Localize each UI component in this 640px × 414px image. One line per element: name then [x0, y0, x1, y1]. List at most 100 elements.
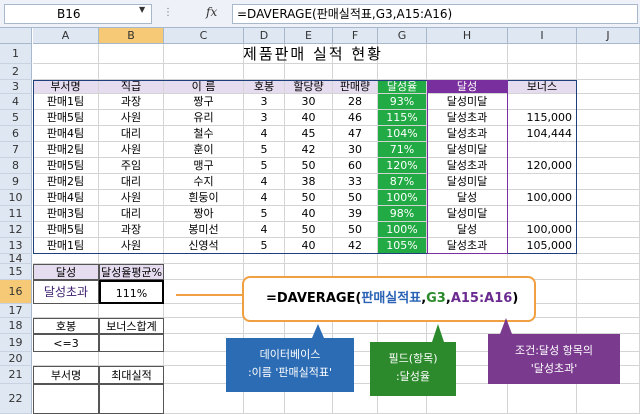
grid-cell[interactable] [577, 280, 640, 304]
result-label-max-sales[interactable]: 최대실적 [99, 366, 164, 384]
grid-cell[interactable] [99, 352, 164, 366]
column-header-a[interactable]: A [33, 28, 99, 44]
grid-cell[interactable] [33, 304, 99, 318]
table-cell[interactable]: 46 [333, 110, 378, 126]
table-header-cell[interactable]: 판매량 [333, 80, 378, 94]
table-cell[interactable]: 대리 [99, 126, 164, 142]
table-cell[interactable]: 판매3팀 [33, 206, 99, 222]
table-cell[interactable]: 105% [378, 238, 427, 254]
table-cell[interactable]: 50 [285, 158, 333, 174]
row-header-11[interactable]: 11 [0, 206, 32, 222]
table-header-cell[interactable]: 호봉 [244, 80, 285, 94]
grid-cell[interactable] [577, 384, 640, 414]
table-cell[interactable]: 수지 [164, 174, 244, 190]
row-header-10[interactable]: 10 [0, 190, 32, 206]
grid-cell[interactable] [577, 190, 640, 206]
grid-cell[interactable] [508, 64, 577, 80]
table-cell[interactable]: 신영석 [164, 238, 244, 254]
row-header-17[interactable]: 17 [0, 304, 32, 318]
grid-cell[interactable] [577, 142, 640, 158]
row-header-15[interactable]: 15 [0, 264, 32, 280]
row-header-3[interactable]: 3 [0, 80, 32, 94]
column-header-j[interactable]: J [577, 28, 640, 44]
table-cell[interactable]: 98% [378, 206, 427, 222]
table-cell[interactable]: 3 [244, 94, 285, 110]
grid-cell[interactable] [508, 384, 577, 414]
row-header-22[interactable]: 22 [0, 384, 32, 414]
row-header-18[interactable]: 18 [0, 318, 32, 334]
grid-cell[interactable] [378, 254, 427, 264]
grid-cell[interactable] [577, 318, 640, 334]
table-cell[interactable] [508, 142, 577, 158]
table-cell[interactable]: 50 [285, 190, 333, 206]
table-cell[interactable]: 104% [378, 126, 427, 142]
table-cell[interactable]: 봉미선 [164, 222, 244, 238]
column-header-c[interactable]: C [164, 28, 244, 44]
table-cell[interactable]: 4 [244, 222, 285, 238]
grid-cell[interactable] [577, 304, 640, 318]
table-cell[interactable]: 달성미달 [427, 174, 508, 190]
table-cell[interactable]: 93% [378, 94, 427, 110]
table-cell[interactable]: 45 [285, 126, 333, 142]
column-header-g[interactable]: G [378, 28, 427, 44]
table-cell[interactable]: 30 [285, 94, 333, 110]
grid-cell[interactable] [244, 64, 285, 80]
table-cell[interactable]: 달성 [427, 222, 508, 238]
table-cell[interactable]: 40 [285, 206, 333, 222]
table-cell[interactable]: 유리 [164, 110, 244, 126]
row-header-12[interactable]: 12 [0, 222, 32, 238]
table-cell[interactable]: 짱구 [164, 94, 244, 110]
row-header-20[interactable]: 20 [0, 352, 32, 366]
grid-cell[interactable] [577, 158, 640, 174]
grid-cell[interactable] [577, 222, 640, 238]
table-cell[interactable]: 사원 [99, 238, 164, 254]
row-header-16[interactable]: 16 [0, 280, 32, 304]
table-cell[interactable]: 115,000 [508, 110, 577, 126]
table-cell[interactable]: 104,444 [508, 126, 577, 142]
select-all-corner[interactable] [0, 28, 32, 44]
table-cell[interactable]: 사원 [99, 110, 164, 126]
table-cell[interactable]: 30 [333, 142, 378, 158]
criteria-label-dept[interactable]: 부서명 [33, 366, 99, 384]
table-cell[interactable]: 100,000 [508, 222, 577, 238]
table-cell[interactable] [508, 94, 577, 110]
criteria-label-grade[interactable]: 호봉 [33, 318, 99, 334]
table-cell[interactable]: 4 [244, 174, 285, 190]
grid-cell[interactable] [577, 206, 640, 222]
grid-cell[interactable] [577, 126, 640, 142]
table-cell[interactable]: 50 [333, 190, 378, 206]
grid-cell[interactable] [285, 64, 333, 80]
table-cell[interactable]: 100% [378, 190, 427, 206]
table-cell[interactable]: 87% [378, 174, 427, 190]
table-cell[interactable]: 판매2팀 [33, 174, 99, 190]
table-cell[interactable]: 철수 [164, 126, 244, 142]
grid-cell[interactable] [33, 254, 99, 264]
row-header-4[interactable]: 4 [0, 94, 32, 110]
table-cell[interactable]: 38 [285, 174, 333, 190]
table-cell[interactable]: 대리 [99, 206, 164, 222]
table-header-cell[interactable]: 부서명 [33, 80, 99, 94]
table-cell[interactable]: 판매5팀 [33, 110, 99, 126]
grid-cell[interactable] [164, 264, 244, 280]
grid-cell[interactable] [577, 94, 640, 110]
table-header-cell[interactable]: 달성율 [378, 80, 427, 94]
formula-input[interactable]: =DAVERAGE(판매실적표,G3,A15:A16) [232, 4, 638, 24]
table-header-cell[interactable]: 보너스 [508, 80, 577, 94]
grid-cell[interactable] [244, 254, 285, 264]
row-header-19[interactable]: 19 [0, 334, 32, 352]
table-cell[interactable]: 맹구 [164, 158, 244, 174]
table-cell[interactable]: 5 [244, 158, 285, 174]
table-cell[interactable]: 판매1팀 [33, 238, 99, 254]
grid-cell[interactable] [164, 318, 244, 334]
result-max-sales[interactable] [99, 384, 164, 414]
row-header-14[interactable]: 14 [0, 253, 32, 264]
table-cell[interactable]: 4 [244, 190, 285, 206]
table-cell[interactable]: 달성초과 [427, 158, 508, 174]
table-cell[interactable]: 28 [333, 94, 378, 110]
insert-function-icon[interactable]: fx [206, 5, 217, 19]
table-cell[interactable]: 33 [333, 174, 378, 190]
name-box[interactable]: B16 [4, 4, 152, 24]
table-cell[interactable]: 100,000 [508, 190, 577, 206]
column-header-f[interactable]: F [333, 28, 378, 44]
table-cell[interactable]: 40 [285, 110, 333, 126]
